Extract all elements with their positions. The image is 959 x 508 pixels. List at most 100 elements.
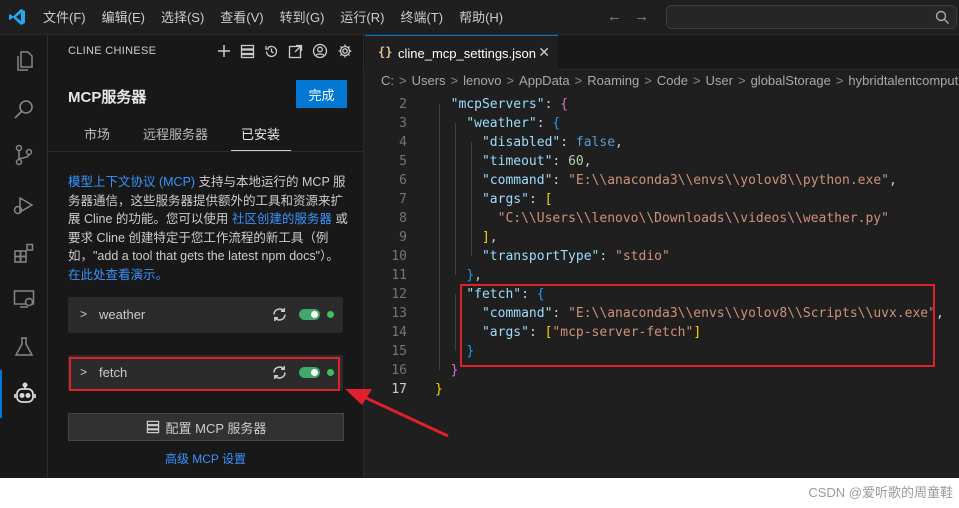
breadcrumb-item[interactable]: Roaming <box>587 73 639 88</box>
tab-marketplace[interactable]: 市场 <box>84 124 110 143</box>
tab-filename: cline_mcp_settings.json <box>398 46 537 61</box>
sidebar-toolbar <box>217 43 353 59</box>
close-icon[interactable]: ✕ <box>538 44 550 61</box>
tab-remote-servers[interactable]: 远程服务器 <box>143 124 208 143</box>
watermark: CSDN @爱听歌的周童鞋 <box>808 485 953 500</box>
code-token: , <box>888 173 897 188</box>
source-control-icon[interactable] <box>0 131 48 179</box>
menu-item-5[interactable]: 运行(R) <box>332 0 392 35</box>
code-line: 8 "C:\\Users\\lenovo\\Downloads\\videos\… <box>364 209 959 228</box>
code-token: : <box>599 249 616 264</box>
menu-item-3[interactable]: 查看(V) <box>212 0 271 35</box>
desc-link[interactable]: 在此处查看演示。 <box>68 268 168 282</box>
breadcrumb-item[interactable]: C: <box>381 73 394 88</box>
breadcrumb-item[interactable]: lenovo <box>463 73 501 88</box>
line-text: "args": [ <box>435 190 552 209</box>
menu-item-6[interactable]: 终端(T) <box>392 0 451 35</box>
line-text: "C:\\Users\\lenovo\\Downloads\\videos\\w… <box>435 209 889 228</box>
highlight-box-fetch-config <box>460 284 935 367</box>
done-button[interactable]: 完成 <box>296 80 347 108</box>
advanced-mcp-settings-link[interactable]: 高级 MCP 设置 <box>48 450 363 467</box>
code-line: 9 ], <box>364 228 959 247</box>
line-text: "disabled": false, <box>435 133 623 152</box>
code-token: { <box>560 97 569 112</box>
menu-item-4[interactable]: 转到(G) <box>272 0 333 35</box>
breadcrumb-item[interactable]: globalStorage <box>751 73 831 88</box>
remote-explorer-icon[interactable] <box>0 275 48 323</box>
title-bar: 文件(F) 编辑(E) 选择(S) 查看(V) 转到(G) 运行(R) 终端(T) 帮助(H)… <box>0 0 959 35</box>
breadcrumb-separator: > <box>737 73 746 88</box>
desc-link[interactable]: 社区创建的服务器 <box>232 212 332 226</box>
line-text: } <box>435 380 443 399</box>
code-line: 10 "transportType": "stdio" <box>364 247 959 266</box>
code-token: : <box>560 135 576 150</box>
server-stack-icon <box>146 420 159 434</box>
line-number: 16 <box>391 363 407 378</box>
explorer-icon[interactable] <box>0 37 48 85</box>
server-stack-icon[interactable] <box>240 44 255 59</box>
editor-tab-bar: {} cline_mcp_settings.json ✕ <box>364 35 959 70</box>
breadcrumb-separator: > <box>399 73 407 88</box>
server-item-weather[interactable]: > weather <box>68 297 343 333</box>
code-token: , <box>583 154 592 169</box>
breadcrumb-item[interactable]: Code <box>657 73 688 88</box>
code-token: : <box>536 116 553 131</box>
history-icon[interactable] <box>264 44 279 59</box>
line-number: 3 <box>399 116 407 131</box>
line-number: 6 <box>399 173 407 188</box>
menu-item-1[interactable]: 编辑(E) <box>94 0 153 35</box>
code-line: 11 }, <box>364 266 959 285</box>
breadcrumb-item[interactable]: AppData <box>519 73 570 88</box>
code-line: 3 "weather": { <box>364 114 959 133</box>
code-line: 4 "disabled": false, <box>364 133 959 152</box>
code-token: "transportType" <box>481 249 600 264</box>
breadcrumb-item[interactable]: User <box>706 73 733 88</box>
chevron-right-icon[interactable]: > <box>80 307 87 321</box>
cline-robot-icon[interactable] <box>0 370 48 418</box>
desc-link[interactable]: 模型上下文协议 (MCP) <box>68 175 195 189</box>
menu-item-2[interactable]: 选择(S) <box>153 0 212 35</box>
forward-arrow-icon[interactable]: → <box>634 8 649 25</box>
code-token: { <box>552 116 561 131</box>
code-token: , <box>489 230 498 245</box>
mcp-description: 模型上下文协议 (MCP) 支持与本地运行的 MCP 服务器通信，这些服务器提供… <box>68 173 348 285</box>
status-dot <box>327 311 334 318</box>
code-token: "stdio" <box>615 249 670 264</box>
search-icon <box>935 10 949 24</box>
plus-icon[interactable] <box>217 44 231 58</box>
breadcrumb-item[interactable]: Users <box>412 73 446 88</box>
menu-item-7[interactable]: 帮助(H) <box>451 0 511 35</box>
code-token: [ <box>544 192 553 207</box>
configure-mcp-button[interactable]: 配置 MCP 服务器 <box>68 413 344 441</box>
account-icon[interactable] <box>312 43 328 59</box>
menu-item-0[interactable]: 文件(F) <box>35 0 94 35</box>
breadcrumb-item[interactable]: hybridtalentcomputing <box>848 73 959 88</box>
enable-toggle[interactable] <box>299 309 320 320</box>
tab-installed[interactable]: 已安装 <box>241 124 280 143</box>
extensions-icon[interactable] <box>0 229 48 277</box>
breadcrumb: C: > Users > lenovo > AppData > Roaming > Code > Use… <box>381 73 959 93</box>
testing-flask-icon[interactable] <box>0 323 48 371</box>
code-line: 2 "mcpServers": { <box>364 95 959 114</box>
line-number: 2 <box>399 97 407 112</box>
restart-icon[interactable] <box>271 306 288 323</box>
code-token: : <box>552 173 569 188</box>
search-icon[interactable] <box>0 85 48 133</box>
editor-tab[interactable]: {} cline_mcp_settings.json ✕ <box>365 35 558 70</box>
back-arrow-icon[interactable]: ← <box>607 8 622 25</box>
command-center-search[interactable] <box>666 5 957 29</box>
gear-icon[interactable] <box>337 43 353 59</box>
line-number: 10 <box>391 249 407 264</box>
run-debug-icon[interactable] <box>0 181 48 229</box>
line-text: ], <box>435 228 498 247</box>
popout-icon[interactable] <box>288 44 303 59</box>
code-token: } <box>466 268 475 283</box>
line-text: "weather": { <box>435 114 560 133</box>
code-token: false <box>575 135 616 150</box>
